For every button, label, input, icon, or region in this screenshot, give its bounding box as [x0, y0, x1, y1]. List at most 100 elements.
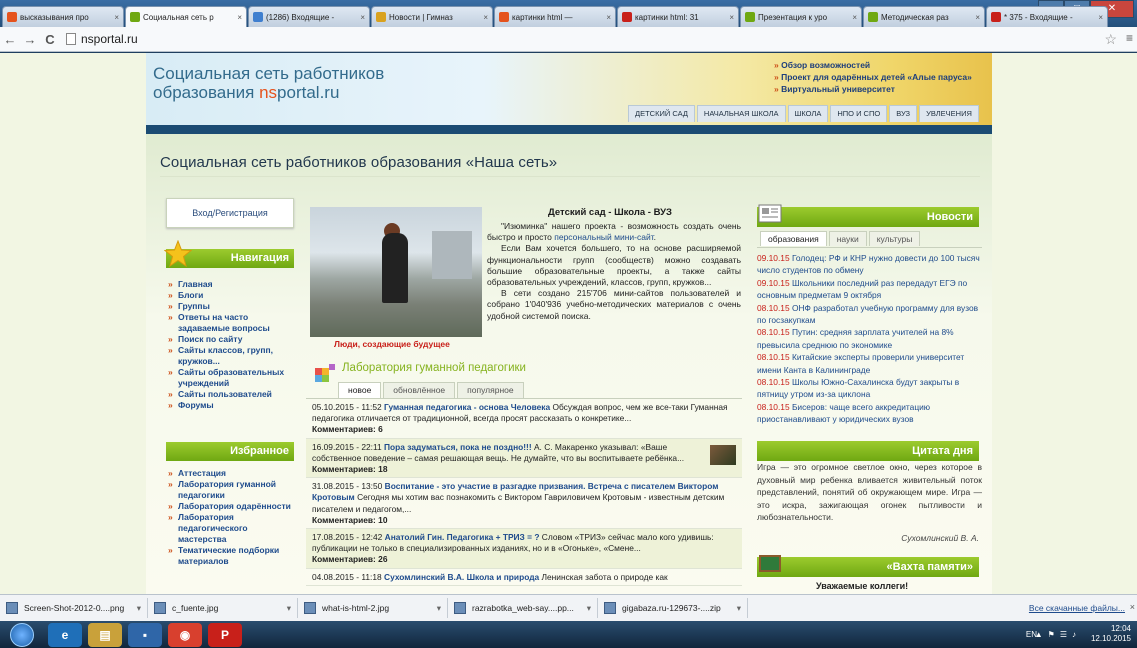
- nav-tab[interactable]: НПО И СПО: [830, 105, 888, 122]
- memory-title[interactable]: «Вахта памяти»: [887, 561, 973, 573]
- tab-close-icon[interactable]: ×: [1098, 13, 1103, 22]
- download-item[interactable]: c_fuente.jpg ▾: [148, 598, 298, 618]
- photo-caption[interactable]: Люди, создающие будущее: [334, 339, 450, 349]
- favorite-link[interactable]: Лаборатория педагогического мастерства: [166, 512, 296, 545]
- taskbar-app-icon[interactable]: e: [48, 622, 82, 647]
- forward-button[interactable]: →: [20, 32, 40, 47]
- taskbar-app-icon[interactable]: P: [208, 622, 242, 647]
- favorite-link[interactable]: Аттестация: [166, 468, 296, 479]
- nav-link[interactable]: Блоги: [166, 290, 296, 301]
- news-item[interactable]: 08.10.15 Китайские эксперты проверили ун…: [757, 351, 982, 376]
- news-tab[interactable]: культуры: [868, 231, 921, 246]
- feed-date: 31.08.2015 - 13:50: [312, 481, 385, 492]
- browser-tab[interactable]: картинки html: 31 ×: [617, 6, 739, 27]
- nav-tab[interactable]: ВУЗ: [889, 105, 918, 122]
- download-item[interactable]: razrabotka_web-say....pp... ▾: [448, 598, 598, 618]
- feed-comments[interactable]: Комментариев: 10: [312, 515, 388, 525]
- news-item[interactable]: 09.10.15 Школьники последний раз передад…: [757, 277, 982, 302]
- download-menu-arrow-icon[interactable]: ▾: [287, 603, 291, 614]
- top-link[interactable]: Проект для одарённых детей «Алые паруса»: [774, 71, 972, 83]
- browser-tab[interactable]: Презентация к уро ×: [740, 6, 862, 27]
- feed-title-link[interactable]: Сухомлинский В.А. Школа и природа: [384, 572, 539, 582]
- feed-thumbnail[interactable]: [710, 444, 736, 465]
- feed-comments[interactable]: Комментариев: 18: [312, 464, 388, 474]
- tab-close-icon[interactable]: ×: [483, 13, 488, 22]
- featured-photo[interactable]: [310, 207, 482, 337]
- login-button[interactable]: Вход/Регистрация: [166, 198, 294, 228]
- logo-line1[interactable]: Социальная сеть работников: [153, 64, 384, 84]
- url-text[interactable]: nsportal.ru: [81, 32, 138, 46]
- nav-tab[interactable]: ШКОЛА: [787, 105, 829, 122]
- feed-comments[interactable]: Комментариев: 6: [312, 424, 383, 434]
- tab-close-icon[interactable]: ×: [852, 13, 857, 22]
- back-button[interactable]: ←: [0, 32, 20, 47]
- feed-title-link[interactable]: Гуманная педагогика - основа Человека: [384, 402, 550, 412]
- logo-line2[interactable]: образования nsportal.ru: [153, 83, 339, 103]
- reload-button[interactable]: C: [40, 32, 60, 47]
- top-link[interactable]: Виртуальный университет: [774, 83, 972, 95]
- lab-tab[interactable]: популярное: [457, 382, 524, 398]
- close-downloads-icon[interactable]: ×: [1130, 602, 1135, 612]
- show-all-downloads-link[interactable]: Все скачанные файлы...: [1029, 603, 1125, 613]
- language-indicator[interactable]: EN: [1026, 630, 1037, 639]
- tray-clock[interactable]: 12:04 12.10.2015: [1091, 624, 1131, 644]
- nav-link[interactable]: Главная: [166, 279, 296, 290]
- tab-close-icon[interactable]: ×: [114, 13, 119, 22]
- news-item[interactable]: 08.10.15 Бисеров: чаще всего аккредитаци…: [757, 401, 982, 426]
- news-item[interactable]: 08.10.15 Путин: средняя зарплата учителе…: [757, 326, 982, 351]
- nav-link[interactable]: Сайты образовательных учреждений: [166, 367, 296, 389]
- nav-tab[interactable]: НАЧАЛЬНАЯ ШКОЛА: [696, 105, 786, 122]
- download-menu-arrow-icon[interactable]: ▾: [437, 603, 441, 614]
- news-tab[interactable]: науки: [828, 231, 867, 246]
- nav-tab[interactable]: ДЕТСКИЙ САД: [628, 105, 695, 122]
- nav-link[interactable]: Форумы: [166, 400, 296, 411]
- tray-icons[interactable]: ▲⚑☰♪: [1035, 630, 1081, 639]
- news-item[interactable]: 08.10.15 ОНФ разработал учебную программ…: [757, 302, 982, 327]
- news-item[interactable]: 08.10.15 Школы Южно-Сахалинска будут зак…: [757, 376, 982, 401]
- taskbar-app-icon[interactable]: ▪: [128, 622, 162, 647]
- news-item[interactable]: 09.10.15 Голодец: РФ и КНР нужно довести…: [757, 252, 982, 277]
- nav-link[interactable]: Сайты классов, групп, кружков...: [166, 345, 296, 367]
- tab-close-icon[interactable]: ×: [606, 13, 611, 22]
- nav-link[interactable]: Поиск по сайту: [166, 334, 296, 345]
- tab-close-icon[interactable]: ×: [237, 13, 242, 22]
- menu-icon[interactable]: ≡: [1126, 31, 1133, 45]
- favorite-link[interactable]: Тематические подборки материалов: [166, 545, 296, 567]
- bookmark-star-icon[interactable]: ☆: [1104, 31, 1117, 48]
- browser-tab[interactable]: Социальная сеть р ×: [125, 6, 247, 27]
- tab-close-icon[interactable]: ×: [360, 13, 365, 22]
- nav-link[interactable]: Ответы на часто задаваемые вопросы: [166, 312, 296, 334]
- start-button[interactable]: [10, 622, 34, 647]
- lab-tab[interactable]: новое: [338, 382, 382, 398]
- taskbar-app-icon[interactable]: ▤: [88, 622, 122, 647]
- address-bar[interactable]: nsportal.ru: [66, 32, 138, 46]
- browser-tab[interactable]: Новости | Гимназ ×: [371, 6, 493, 27]
- news-tab[interactable]: образования: [760, 231, 827, 246]
- download-menu-arrow-icon[interactable]: ▾: [737, 603, 741, 614]
- nav-link[interactable]: Сайты пользователей: [166, 389, 296, 400]
- feed-comments[interactable]: Комментариев: 26: [312, 554, 388, 564]
- tab-close-icon[interactable]: ×: [975, 13, 980, 22]
- nav-tab[interactable]: УВЛЕЧЕНИЯ: [919, 105, 979, 122]
- download-item[interactable]: what-is-html-2.jpg ▾: [298, 598, 448, 618]
- browser-tab[interactable]: (1286) Входящие - ×: [248, 6, 370, 27]
- download-item[interactable]: gigabaza.ru-129673-....zip ▾: [598, 598, 748, 618]
- feed-title-link[interactable]: Пора задуматься, пока не поздно!!!: [384, 442, 532, 452]
- nav-link[interactable]: Группы: [166, 301, 296, 312]
- download-menu-arrow-icon[interactable]: ▾: [587, 603, 591, 614]
- download-menu-arrow-icon[interactable]: ▾: [137, 603, 141, 614]
- browser-tab[interactable]: картинки html — ×: [494, 6, 616, 27]
- favorite-link[interactable]: Лаборатория одарённости: [166, 501, 296, 512]
- tab-close-icon[interactable]: ×: [729, 13, 734, 22]
- download-item[interactable]: Screen-Shot-2012-0....png ▾: [0, 598, 148, 618]
- browser-tab[interactable]: Методическая раз ×: [863, 6, 985, 27]
- lab-title[interactable]: Лаборатория гуманной педагогики: [342, 362, 526, 374]
- browser-tab[interactable]: * 375 - Входящие - ×: [986, 6, 1108, 27]
- taskbar-app-icon[interactable]: ◉: [168, 622, 202, 647]
- favorite-link[interactable]: Лаборатория гуманной педагогики: [166, 479, 296, 501]
- top-link[interactable]: Обзор возможностей: [774, 59, 972, 71]
- lab-tab[interactable]: обновлённое: [383, 382, 456, 398]
- mini-site-link[interactable]: персональный мини-сайт: [554, 232, 653, 242]
- browser-tab[interactable]: высказывания про ×: [2, 6, 124, 27]
- feed-title-link[interactable]: Анатолий Гин. Педагогика + ТРИЗ = ?: [385, 532, 540, 542]
